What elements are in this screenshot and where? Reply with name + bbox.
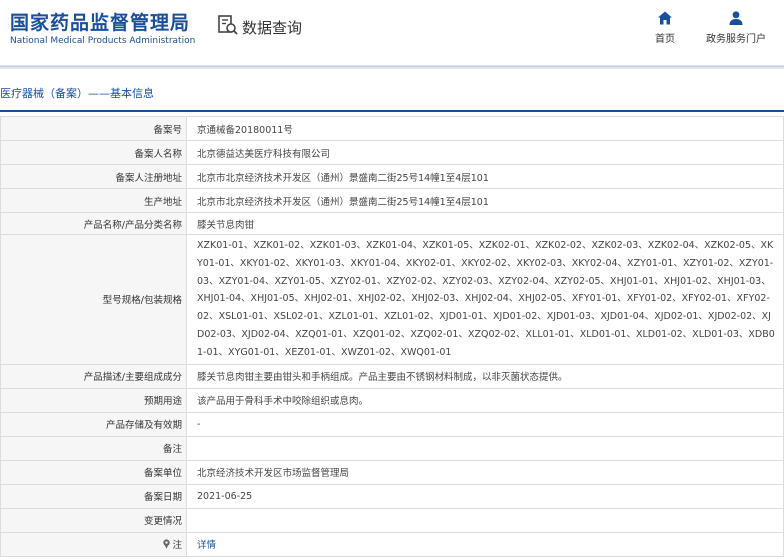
nav-home[interactable]: 首页 bbox=[650, 10, 680, 45]
row-label: 生产地址 bbox=[0, 188, 187, 213]
site-logo-title[interactable]: 国家药品监督管理局 bbox=[10, 8, 190, 35]
header-divider bbox=[0, 65, 784, 69]
table-row: 注 详情 bbox=[0, 531, 784, 557]
row-label: 备案单位 bbox=[0, 459, 187, 485]
row-value: 详情 bbox=[186, 531, 784, 557]
row-value: 2021-06-25 bbox=[186, 483, 784, 509]
site-header: 国家药品监督管理局 National Medical Products Admi… bbox=[0, 0, 784, 64]
user-icon bbox=[729, 11, 743, 25]
row-label: 产品名称/产品分类名称 bbox=[0, 212, 187, 235]
table-row: 产品存储及有效期 - bbox=[0, 411, 784, 437]
table-row: 备案号 京通械备20180011号 bbox=[0, 116, 784, 141]
row-label: 备案日期 bbox=[0, 483, 187, 509]
row-label: 产品描述/主要组成成分 bbox=[0, 363, 187, 389]
nav-home-label: 首页 bbox=[655, 34, 675, 45]
table-row: 备案人注册地址 北京市北京经济技术开发区（通州）景盛南二街25号14幢1至4层1… bbox=[0, 164, 784, 189]
row-value bbox=[186, 435, 784, 461]
row-value: 该产品用于骨科手术中咬除组织或息肉。 bbox=[186, 387, 784, 413]
record-info-table: 备案号 京通械备20180011号 备案人名称 北京德益达美医疗科技有限公司 备… bbox=[0, 116, 784, 557]
row-label: 备注 bbox=[0, 435, 187, 461]
home-icon bbox=[658, 11, 672, 25]
row-value: 北京德益达美医疗科技有限公司 bbox=[186, 140, 784, 165]
nav-service-portal[interactable]: 政务服务门户 bbox=[700, 10, 772, 45]
table-row: 产品描述/主要组成成分 膝关节息肉钳主要由钳头和手柄组成。产品主要由不锈钢材料制… bbox=[0, 363, 784, 389]
row-label: 预期用途 bbox=[0, 387, 187, 413]
row-label: 备案人注册地址 bbox=[0, 164, 187, 189]
pin-icon bbox=[163, 539, 171, 549]
table-row: 生产地址 北京市北京经济技术开发区（通州）景盛南二街25号14幢1至4层101 bbox=[0, 188, 784, 213]
table-row: 预期用途 该产品用于骨科手术中咬除组织或息肉。 bbox=[0, 387, 784, 413]
row-value: - bbox=[186, 411, 784, 437]
breadcrumb: 医疗器械（备案）——基本信息 bbox=[0, 87, 154, 100]
row-label-note: 注 bbox=[0, 531, 187, 557]
row-value: 膝关节息肉钳主要由钳头和手柄组成。产品主要由不锈钢材料制成，以非灭菌状态提供。 bbox=[186, 363, 784, 389]
row-value: 膝关节息肉钳 bbox=[186, 212, 784, 235]
row-value: 北京经济技术开发区市场监督管理局 bbox=[186, 459, 784, 485]
table-row: 备注 bbox=[0, 435, 784, 461]
row-value-model-specs: XZK01-01、XZK01-02、XZK01-03、XZK01-04、XZK0… bbox=[186, 234, 784, 365]
row-label: 注 bbox=[172, 540, 182, 552]
table-row: 变更情况 bbox=[0, 507, 784, 533]
table-row: 备案人名称 北京德益达美医疗科技有限公司 bbox=[0, 140, 784, 165]
table-row: 备案单位 北京经济技术开发区市场监督管理局 bbox=[0, 459, 784, 485]
table-row: 备案日期 2021-06-25 bbox=[0, 483, 784, 509]
details-link[interactable]: 详情 bbox=[197, 540, 216, 551]
table-row: 产品名称/产品分类名称 膝关节息肉钳 bbox=[0, 212, 784, 235]
row-label: 变更情况 bbox=[0, 507, 187, 533]
site-logo-subtitle: National Medical Products Administration bbox=[10, 36, 196, 46]
data-query-label: 数据查询 bbox=[242, 18, 303, 37]
row-label: 备案号 bbox=[0, 116, 187, 141]
row-value bbox=[186, 507, 784, 533]
nav-service-label: 政务服务门户 bbox=[706, 34, 766, 45]
row-label: 产品存储及有效期 bbox=[0, 411, 187, 437]
row-value: 京通械备20180011号 bbox=[186, 116, 784, 141]
breadcrumb-divider bbox=[0, 110, 784, 112]
row-label: 型号规格/包装规格 bbox=[0, 234, 187, 365]
row-label: 备案人名称 bbox=[0, 140, 187, 165]
row-value: 北京市北京经济技术开发区（通州）景盛南二街25号14幢1至4层101 bbox=[186, 188, 784, 213]
document-search-icon bbox=[217, 14, 239, 40]
row-value: 北京市北京经济技术开发区（通州）景盛南二街25号14幢1至4层101 bbox=[186, 164, 784, 189]
table-row: 型号规格/包装规格 XZK01-01、XZK01-02、XZK01-03、XZK… bbox=[0, 234, 784, 365]
data-query-heading: 数据查询 bbox=[217, 14, 302, 40]
